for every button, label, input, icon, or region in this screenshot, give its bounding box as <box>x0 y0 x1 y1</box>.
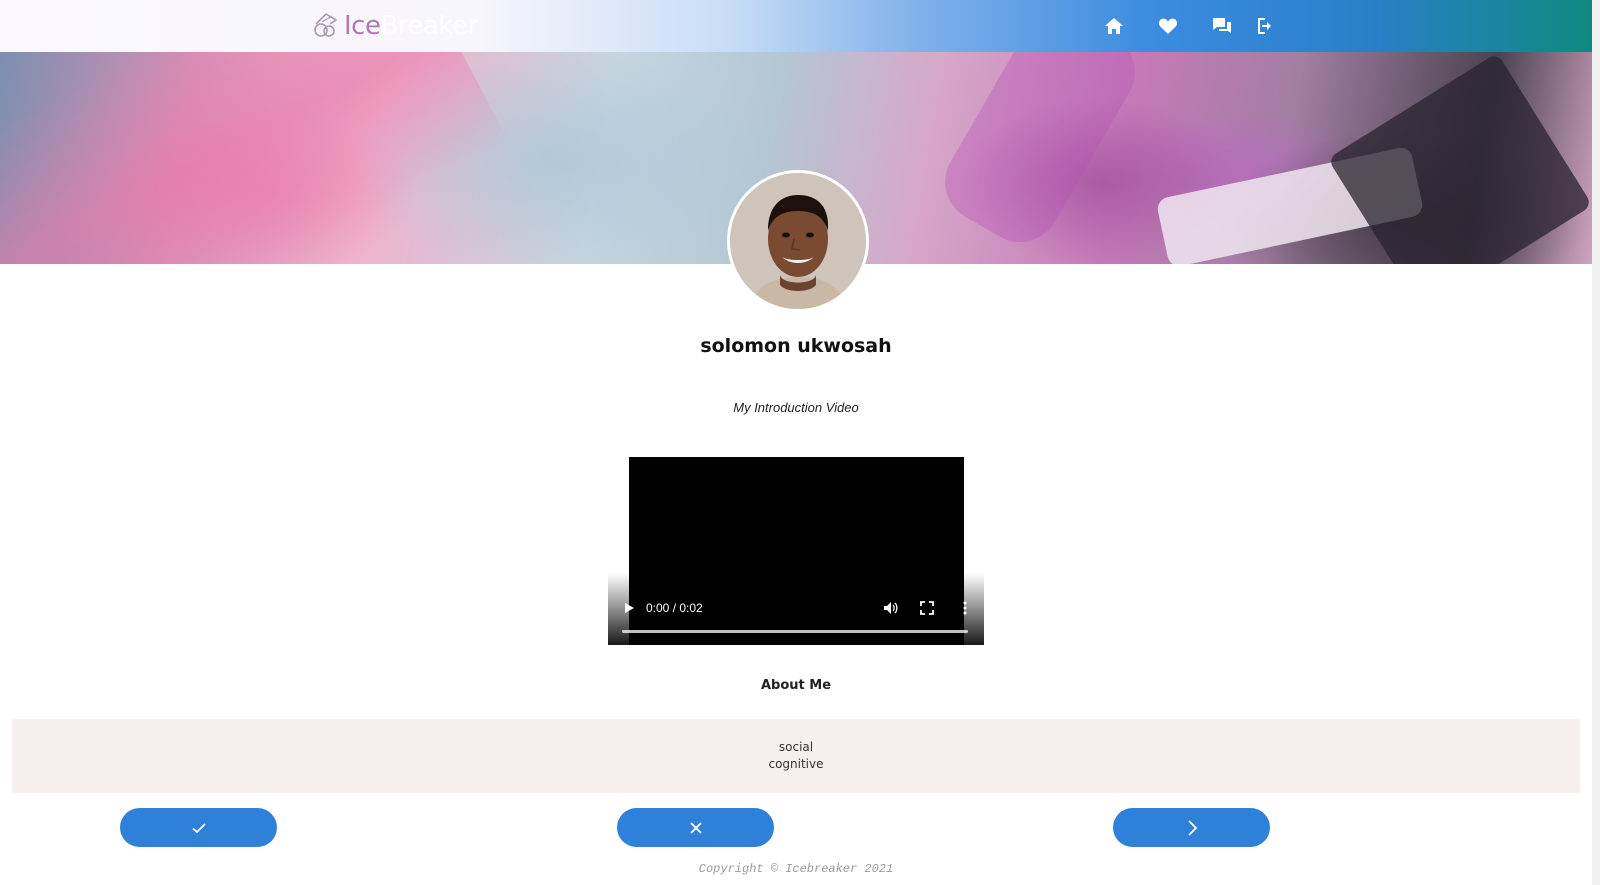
intro-video-player[interactable]: 0:00 / 0:02 <box>608 457 984 645</box>
profile-name: solomon ukwosah <box>700 335 892 357</box>
about-me-section: social cognitive <box>12 719 1580 793</box>
interest-item: cognitive <box>768 757 824 771</box>
top-navbar: IceBreaker <box>0 0 1592 52</box>
icebreaker-logo-icon <box>314 12 338 37</box>
video-progress-bar[interactable] <box>622 630 968 633</box>
chat-icon[interactable] <box>1210 14 1234 38</box>
intro-video-label: My Introduction Video <box>733 400 859 415</box>
next-profile-button[interactable] <box>1113 808 1270 847</box>
about-me-heading: About Me <box>760 678 832 693</box>
check-icon <box>191 822 206 833</box>
close-icon <box>689 821 702 834</box>
fullscreen-icon[interactable] <box>920 601 934 615</box>
profile-photo <box>730 173 866 309</box>
play-icon[interactable] <box>622 601 636 615</box>
interest-item: social <box>778 740 814 754</box>
video-time: 0:00 / 0:02 <box>646 601 703 615</box>
volume-icon[interactable] <box>882 600 898 616</box>
video-controls: 0:00 / 0:02 <box>608 573 984 645</box>
reject-button[interactable] <box>617 808 774 847</box>
logo-text-breaker: Breaker <box>380 11 478 41</box>
app-logo[interactable]: IceBreaker <box>310 8 478 44</box>
footer-copyright: Copyright © Icebreaker 2021 <box>698 862 894 876</box>
chevron-right-icon <box>1187 819 1197 836</box>
heart-icon[interactable] <box>1156 14 1180 38</box>
more-options-icon[interactable] <box>962 600 968 616</box>
home-icon[interactable] <box>1102 14 1126 38</box>
page-scrollbar[interactable] <box>1592 0 1600 885</box>
accept-button[interactable] <box>120 808 277 847</box>
logout-icon[interactable] <box>1253 14 1277 38</box>
avatar <box>727 170 869 312</box>
logo-text-ice: Ice <box>344 11 381 41</box>
